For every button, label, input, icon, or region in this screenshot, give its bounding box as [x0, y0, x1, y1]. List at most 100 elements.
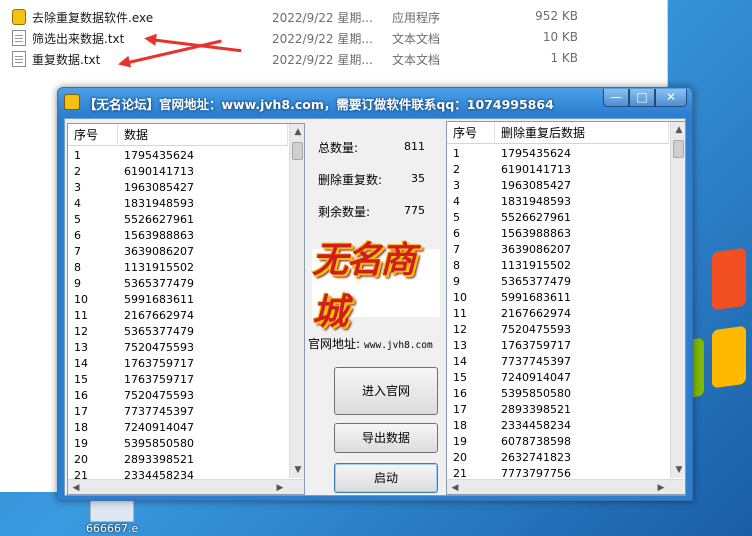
dedupe-app-window: 【无名论坛】官网地址：www.jvh8.com，需要订做软件联系qq：10749… — [57, 87, 693, 501]
table-row[interactable]: 12 5365377479 — [68, 324, 288, 340]
table-row[interactable]: 20 2632741823 — [447, 450, 669, 466]
desktop-icon-label[interactable]: 666667.e — [86, 522, 138, 535]
table-row[interactable]: 3 1963085427 — [68, 180, 288, 196]
table-row[interactable]: 18 7240914047 — [68, 420, 288, 436]
table-row[interactable]: 14 1763759717 — [68, 356, 288, 372]
total-count-label: 总数量: — [318, 141, 359, 155]
website-row: 官网地址: www.jvh8.com — [308, 335, 433, 352]
table-row[interactable]: 20 2893398521 — [68, 452, 288, 468]
file-name: 筛选出来数据.txt — [32, 32, 125, 46]
scroll-up-icon[interactable]: ▲ — [671, 122, 685, 138]
table-row[interactable]: 16 7520475593 — [68, 388, 288, 404]
table-row[interactable]: 4 1831948593 — [447, 194, 669, 210]
table-row[interactable]: 3 1963085427 — [447, 178, 669, 194]
table-row[interactable]: 1 1795435624 — [68, 148, 288, 164]
row-value: 6190141713 — [124, 165, 194, 178]
row-value: 1763759717 — [124, 357, 194, 370]
file-date: 2022/9/22 星期... — [272, 11, 373, 25]
table-row[interactable]: 10 5991683611 — [447, 290, 669, 306]
table-row[interactable]: 19 6078738598 — [447, 434, 669, 450]
app-icon — [64, 94, 80, 110]
table-row[interactable]: 18 2334458234 — [447, 418, 669, 434]
table-row[interactable]: 14 7737745397 — [447, 354, 669, 370]
table-row[interactable]: 8 1131915502 — [68, 260, 288, 276]
row-value: 2167662974 — [124, 309, 194, 322]
row-index: 16 — [74, 389, 88, 402]
export-data-button[interactable]: 导出数据 — [334, 423, 438, 453]
table-row[interactable]: 4 1831948593 — [68, 196, 288, 212]
table-row[interactable]: 2 6190141713 — [68, 164, 288, 180]
scroll-right-icon[interactable]: ▶ — [272, 480, 288, 494]
start-button[interactable]: 启动 — [334, 463, 438, 493]
table-row[interactable]: 16 5395850580 — [447, 386, 669, 402]
row-index: 2 — [74, 165, 81, 178]
table-row[interactable]: 9 5365377479 — [68, 276, 288, 292]
total-count-value: 811 — [404, 140, 425, 153]
file-date: 2022/9/22 星期... — [272, 53, 373, 67]
row-value: 7240914047 — [124, 421, 194, 434]
enter-site-button[interactable]: 进入官网 — [334, 367, 438, 415]
deduped-data-list[interactable]: 序号 删除重复后数据 1 1795435624 2 6190141713 3 196308… — [446, 121, 686, 495]
maximize-button[interactable]: □ — [629, 89, 655, 107]
table-row[interactable]: 2 6190141713 — [447, 162, 669, 178]
table-row[interactable]: 17 7737745397 — [68, 404, 288, 420]
table-row[interactable]: 12 7520475593 — [447, 322, 669, 338]
scroll-thumb[interactable] — [292, 142, 303, 160]
row-value: 7520475593 — [124, 341, 194, 354]
table-row[interactable]: 1 1795435624 — [447, 146, 669, 162]
scroll-left-icon[interactable]: ◀ — [68, 480, 84, 494]
window-title: 【无名论坛】官网地址：www.jvh8.com，需要订做软件联系qq：10749… — [84, 97, 554, 112]
scroll-left-icon[interactable]: ◀ — [447, 480, 463, 494]
column-header-index[interactable]: 序号 — [68, 124, 118, 146]
table-row[interactable]: 15 1763759717 — [68, 372, 288, 388]
minimize-button[interactable]: — — [603, 89, 629, 107]
row-index: 20 — [74, 453, 88, 466]
scroll-thumb[interactable] — [673, 140, 684, 158]
table-row[interactable]: 9 5365377479 — [447, 274, 669, 290]
column-header-deduped[interactable]: 删除重复后数据 — [495, 122, 669, 144]
scroll-right-icon[interactable]: ▶ — [653, 480, 669, 494]
row-value: 5365377479 — [124, 325, 194, 338]
row-value: 5526627961 — [124, 213, 194, 226]
table-row[interactable]: 19 5395850580 — [68, 436, 288, 452]
table-row[interactable]: 7 3639086207 — [447, 242, 669, 258]
table-row[interactable]: 17 2893398521 — [447, 402, 669, 418]
text-file-icon — [12, 30, 26, 46]
title-bar[interactable]: 【无名论坛】官网地址：www.jvh8.com，需要订做软件联系qq：10749… — [58, 88, 692, 116]
table-row[interactable]: 15 7240914047 — [447, 370, 669, 386]
vertical-scrollbar[interactable]: ▲ ▼ — [289, 124, 304, 478]
row-value: 6078738598 — [501, 435, 571, 448]
table-row[interactable]: 6 1563988863 — [68, 228, 288, 244]
column-header-index[interactable]: 序号 — [447, 122, 495, 144]
horizontal-scrollbar[interactable]: ◀ ▶ — [447, 479, 685, 494]
table-row[interactable]: 5 5526627961 — [68, 212, 288, 228]
table-row[interactable]: 11 2167662974 — [68, 308, 288, 324]
column-header-data[interactable]: 数据 — [118, 124, 288, 146]
table-row[interactable]: 13 1763759717 — [447, 338, 669, 354]
table-row[interactable]: 10 5991683611 — [68, 292, 288, 308]
row-index: 11 — [453, 307, 467, 320]
scroll-up-icon[interactable]: ▲ — [290, 124, 304, 140]
vertical-scrollbar[interactable]: ▲ ▼ — [670, 122, 685, 478]
file-row-filtered[interactable]: 筛选出来数据.txt 2022/9/22 星期... 文本文档 10 KB — [0, 27, 668, 48]
row-value: 3639086207 — [124, 245, 194, 258]
file-row-duplicates[interactable]: 重复数据.txt 2022/9/22 星期... 文本文档 1 KB — [0, 48, 668, 69]
removed-count-label: 删除重复数: — [318, 173, 383, 187]
row-index: 7 — [453, 243, 460, 256]
table-row[interactable]: 13 7520475593 — [68, 340, 288, 356]
close-button[interactable]: ✕ — [655, 89, 687, 107]
row-value: 1963085427 — [501, 179, 571, 192]
source-data-list[interactable]: 序号 数据 1 1795435624 2 6190141713 3 1963085427 4… — [67, 123, 305, 495]
row-index: 16 — [453, 387, 467, 400]
row-index: 4 — [453, 195, 460, 208]
table-row[interactable]: 11 2167662974 — [447, 306, 669, 322]
table-row[interactable]: 7 3639086207 — [68, 244, 288, 260]
table-row[interactable]: 5 5526627961 — [447, 210, 669, 226]
file-row-exe[interactable]: 去除重复数据软件.exe 2022/9/22 星期... 应用程序 952 KB — [0, 6, 668, 27]
scroll-down-icon[interactable]: ▼ — [671, 462, 685, 478]
horizontal-scrollbar[interactable]: ◀ ▶ — [68, 479, 304, 494]
row-index: 15 — [453, 371, 467, 384]
table-row[interactable]: 8 1131915502 — [447, 258, 669, 274]
scroll-down-icon[interactable]: ▼ — [290, 462, 304, 478]
table-row[interactable]: 6 1563988863 — [447, 226, 669, 242]
